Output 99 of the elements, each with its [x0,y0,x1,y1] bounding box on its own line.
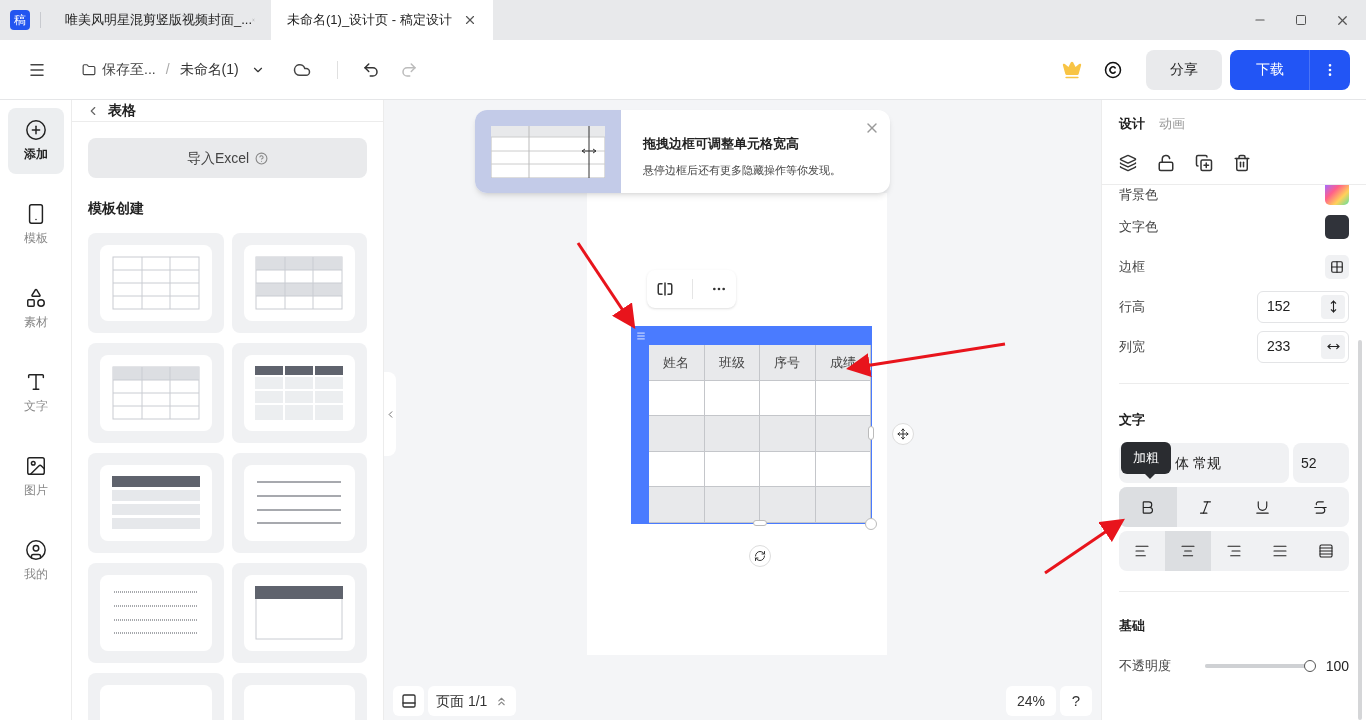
color-swatch[interactable] [1325,214,1349,239]
folder-icon [82,62,96,77]
align-right-icon [1226,543,1242,559]
template-card[interactable] [231,343,367,443]
delete-icon[interactable] [1233,153,1251,172]
redo-icon[interactable] [399,60,418,79]
help-button[interactable]: ? [1060,686,1092,716]
section-title: 模板创建 [88,199,145,218]
file-name-button[interactable]: 未命名(1) [179,59,265,80]
download-button[interactable]: 下载 [1230,49,1310,90]
table-cell[interactable] [760,380,816,417]
header-cell[interactable]: 姓名 [649,345,705,381]
unlock-icon[interactable] [1157,153,1175,172]
property-label: 列宽 [1119,337,1145,356]
resize-handle[interactable] [753,520,767,526]
strike-icon [1311,498,1329,516]
template-card[interactable] [88,453,224,553]
property-label: 不透明度 [1119,657,1172,676]
save-location-button[interactable]: 保存至... [82,59,156,80]
property-label: 边框 [1119,257,1145,276]
tab-title: 唯美风明星混剪竖版视频封面_... [65,11,253,30]
crown-icon[interactable] [1062,59,1082,80]
table-cell[interactable] [815,451,871,488]
tip-title: 拖拽边框可调整单元格宽高 [643,135,800,153]
nav-item[interactable]: 我的 [7,528,64,594]
nav-item[interactable]: 图片 [7,444,64,510]
nav-item[interactable]: 模板 [7,192,64,258]
zoom-button[interactable]: 24% [1006,686,1056,716]
table-cell[interactable] [815,380,871,417]
nav-item[interactable]: 素材 [7,276,64,342]
header-cell[interactable]: 班级 [704,345,760,381]
import-excel-button[interactable]: 导入Excel [88,138,367,178]
browser-tab[interactable]: 唯美风明星混剪竖版视频封面_... [49,0,271,40]
resize-handle[interactable] [868,426,874,440]
template-card[interactable] [231,563,367,663]
page-nav-button[interactable]: 页面 1/1 [428,686,517,716]
table-cell[interactable] [704,451,760,488]
table-cell[interactable] [760,416,816,452]
text-style-button[interactable] [1119,487,1177,527]
opacity-value: 100 [1325,656,1349,676]
copyright-icon[interactable] [1104,60,1122,79]
shapes-icon [24,287,47,309]
tab-title: 未命名(1)_设计页 - 稿定设计 [287,11,452,30]
font-size-field[interactable]: 52 [1293,443,1349,483]
nav-item[interactable]: 添加 [7,108,64,174]
add-icon [24,119,47,141]
rotate-icon [754,550,766,562]
split-cells-icon[interactable] [656,280,674,298]
header-cell[interactable]: 序号 [760,345,816,381]
tip-text: 悬停边框后还有更多隐藏操作等你发现。 [643,162,842,178]
image-icon [24,455,47,477]
collapse-handle[interactable] [384,372,396,456]
table-cell[interactable] [649,380,705,417]
grid-icon [1330,259,1344,274]
color-swatch[interactable] [1325,184,1349,205]
browser-tab[interactable]: 未命名(1)_设计页 - 稿定设计 [271,0,493,40]
user-icon [24,539,47,561]
nav-item[interactable]: 文字 [7,360,64,426]
table-cell[interactable] [649,416,705,452]
underline-icon [1254,498,1272,516]
maximize-icon[interactable] [1295,14,1307,26]
property-label: 背景色 [1119,185,1158,204]
move-icon [897,428,909,440]
app-logo: 稿 [10,10,30,30]
layers-icon[interactable] [1119,153,1137,172]
align-distribute-icon [1318,543,1334,559]
section-title: 基础 [1119,617,1146,635]
table-cell[interactable] [704,487,760,523]
undo-icon[interactable] [361,60,380,79]
table-cell[interactable] [704,380,760,417]
panel-title: 表格 [108,101,136,120]
section-title: 文字 [1119,410,1146,429]
breadcrumb-separator: / [165,60,170,79]
page-panel-button[interactable] [393,686,424,716]
property-label: 文字色 [1119,217,1158,236]
close-icon[interactable] [463,13,477,27]
table-cell[interactable] [704,416,760,452]
table-handle-icon[interactable] [636,331,646,341]
number-field[interactable]: 152 [1257,290,1349,323]
duplicate-icon[interactable] [1195,153,1213,172]
align-justify-icon [1272,543,1288,559]
table-cell[interactable] [815,416,871,452]
help-icon [255,151,269,165]
align-left-icon [1134,543,1150,559]
table-cell[interactable] [649,451,705,488]
table-cell[interactable] [815,487,871,523]
table-cell[interactable] [760,487,816,523]
table-cell[interactable] [760,451,816,488]
share-button[interactable]: 分享 [1146,49,1222,90]
align-center-icon [1180,543,1196,559]
property-label: 行高 [1119,297,1145,316]
panel-icon [400,693,417,709]
tooltip-arrow [1145,474,1155,479]
align-button[interactable] [1165,531,1211,571]
number-field[interactable]: 233 [1257,330,1349,363]
table-cell[interactable] [649,487,705,523]
border-button[interactable] [1325,254,1349,279]
move-button[interactable] [892,423,914,445]
inspector-tab[interactable]: 设计 [1119,114,1145,134]
